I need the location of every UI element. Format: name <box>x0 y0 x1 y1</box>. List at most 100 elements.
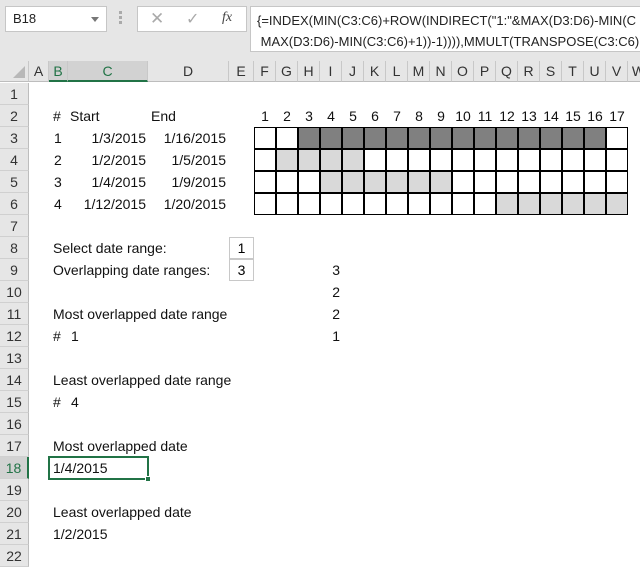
column-header-v[interactable]: V <box>606 61 628 82</box>
column-header-c[interactable]: C <box>68 61 148 82</box>
row-header-17[interactable]: 17 <box>0 435 29 457</box>
row-header-12[interactable]: 12 <box>0 325 29 347</box>
row-start-date: 1/4/2015 <box>91 174 147 190</box>
most-date-value[interactable]: 1/4/2015 <box>53 457 108 479</box>
row-header-2[interactable]: 2 <box>0 105 29 127</box>
column-header-j[interactable]: J <box>342 61 364 82</box>
select-all-button[interactable] <box>0 61 29 82</box>
column-header-d[interactable]: D <box>148 61 229 82</box>
column-header-q[interactable]: Q <box>496 61 518 82</box>
overlap-count: 2 <box>332 306 340 322</box>
timeline-cell <box>342 149 364 171</box>
timeline-cell <box>408 149 430 171</box>
row-num: 2 <box>54 152 62 168</box>
column-header-k[interactable]: K <box>364 61 386 82</box>
column-header-i[interactable]: I <box>320 61 342 82</box>
timeline-cell <box>496 171 518 193</box>
row-header-16[interactable]: 16 <box>0 413 29 435</box>
column-header-o[interactable]: O <box>452 61 474 82</box>
timeline-cell <box>276 127 298 149</box>
least-range-value: 4 <box>71 394 79 410</box>
timeline-cell <box>386 149 408 171</box>
column-header-l[interactable]: L <box>386 61 408 82</box>
timeline-cell <box>540 149 562 171</box>
column-header-u[interactable]: U <box>584 61 606 82</box>
row-header-9[interactable]: 9 <box>0 259 29 281</box>
day-label: 6 <box>371 108 379 124</box>
timeline-cell <box>408 171 430 193</box>
row-header-7[interactable]: 7 <box>0 215 29 237</box>
insert-function-icon[interactable]: fx <box>222 10 232 26</box>
column-header-w[interactable]: W <box>628 61 640 82</box>
timeline-cell <box>320 171 342 193</box>
select-range-label: Select date range: <box>53 240 167 256</box>
row-header-13[interactable]: 13 <box>0 347 29 369</box>
column-header-t[interactable]: T <box>562 61 584 82</box>
timeline-cell <box>496 193 518 215</box>
day-label: 2 <box>283 108 291 124</box>
overlap-value: 3 <box>229 259 254 281</box>
timeline-cell <box>364 171 386 193</box>
row-num: 4 <box>54 196 62 212</box>
row-header-3[interactable]: 3 <box>0 127 29 149</box>
column-header-b[interactable]: B <box>49 61 68 82</box>
column-header-s[interactable]: S <box>540 61 562 82</box>
row-header-20[interactable]: 20 <box>0 501 29 523</box>
timeline-cell <box>276 171 298 193</box>
day-label: 10 <box>455 108 471 124</box>
row-header-8[interactable]: 8 <box>0 237 29 259</box>
drag-handle-icon[interactable] <box>119 11 123 27</box>
select-range-input[interactable]: 1 <box>229 237 254 259</box>
day-label: 3 <box>305 108 313 124</box>
day-label: 9 <box>437 108 445 124</box>
row-header-21[interactable]: 21 <box>0 523 29 545</box>
row-header-4[interactable]: 4 <box>0 149 29 171</box>
day-label: 11 <box>477 108 493 124</box>
cancel-icon[interactable]: ✕ <box>150 9 164 29</box>
fill-handle[interactable] <box>145 476 151 482</box>
column-header-p[interactable]: P <box>474 61 496 82</box>
chevron-down-icon[interactable] <box>91 17 99 22</box>
enter-icon[interactable]: ✓ <box>186 9 199 29</box>
row-header-6[interactable]: 6 <box>0 193 29 215</box>
column-header-h[interactable]: H <box>298 61 320 82</box>
timeline-cell <box>408 193 430 215</box>
timeline-cell <box>584 171 606 193</box>
timeline-cell <box>276 149 298 171</box>
row-header-15[interactable]: 15 <box>0 391 29 413</box>
row-header-22[interactable]: 22 <box>0 545 29 567</box>
least-range-label: Least overlapped date range <box>53 372 232 388</box>
timeline-cell <box>452 193 474 215</box>
timeline-cell <box>518 127 540 149</box>
timeline-cell <box>342 193 364 215</box>
header-start: Start <box>70 108 100 124</box>
column-header-n[interactable]: N <box>430 61 452 82</box>
row-header-19[interactable]: 19 <box>0 479 29 501</box>
column-header-a[interactable]: A <box>29 61 49 82</box>
row-start-date: 1/2/2015 <box>91 152 147 168</box>
day-label: 5 <box>349 108 357 124</box>
column-header-f[interactable]: F <box>254 61 276 82</box>
name-box-value: B18 <box>13 11 37 26</box>
row-header-11[interactable]: 11 <box>0 303 29 325</box>
column-header-m[interactable]: M <box>408 61 430 82</box>
row-header-1[interactable]: 1 <box>0 83 29 105</box>
row-num: 1 <box>54 130 62 146</box>
name-box[interactable]: B18 <box>5 6 107 32</box>
column-header-g[interactable]: G <box>276 61 298 82</box>
column-header-r[interactable]: R <box>518 61 540 82</box>
timeline-cell <box>320 149 342 171</box>
row-header-10[interactable]: 10 <box>0 281 29 303</box>
timeline-cell <box>540 127 562 149</box>
row-header-14[interactable]: 14 <box>0 369 29 391</box>
day-label: 16 <box>587 108 603 124</box>
least-date-value: 1/2/2015 <box>53 526 108 542</box>
row-header-18[interactable]: 18 <box>0 457 29 479</box>
timeline-cell <box>364 193 386 215</box>
row-header-5[interactable]: 5 <box>0 171 29 193</box>
column-header-e[interactable]: E <box>229 61 254 82</box>
timeline-cell <box>254 171 276 193</box>
timeline-cell <box>320 127 342 149</box>
timeline-cell <box>364 127 386 149</box>
formula-input[interactable]: {=INDEX(MIN(C3:C6)+ROW(INDIRECT("1:"&MAX… <box>250 6 640 52</box>
